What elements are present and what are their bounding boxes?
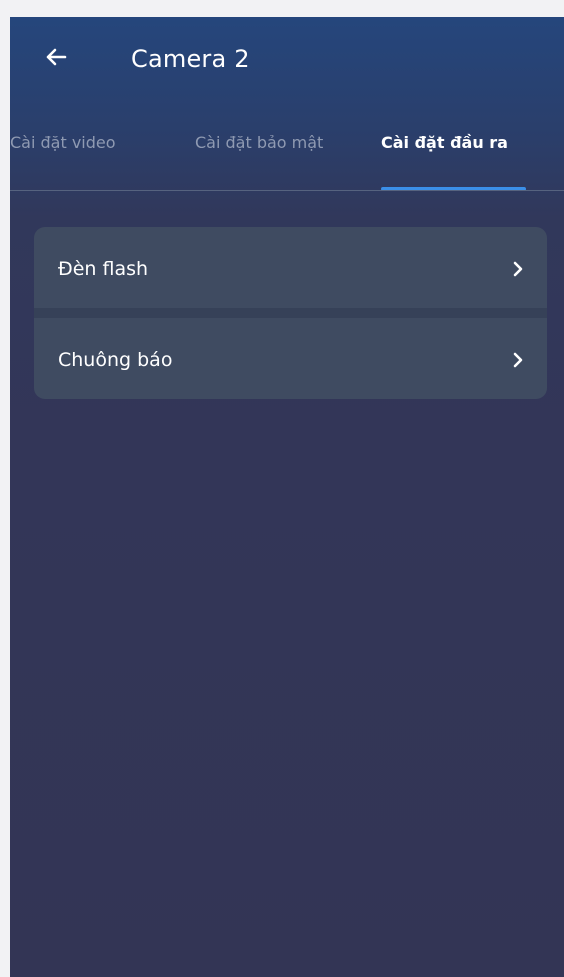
flash-light-menu-item[interactable]: Đèn flash (34, 227, 547, 308)
tab-security-settings[interactable]: Cài đặt bảo mật (195, 122, 355, 192)
chevron-right-icon (511, 350, 525, 370)
alarm-bell-menu-item[interactable]: Chuông báo (34, 308, 547, 399)
top-app-bar: Camera 2 (10, 17, 564, 107)
tab-video-settings[interactable]: Cài đặt video (10, 122, 168, 192)
page-title: Camera 2 (131, 45, 250, 73)
settings-tabs: Cài đặt video Cài đặt bảo mật Cài đặt đầ… (10, 122, 564, 192)
tab-label: Cài đặt bảo mật (195, 133, 324, 152)
tab-label: Cài đặt video (10, 133, 116, 152)
output-settings-list: Đèn flash Chuông báo (34, 227, 547, 399)
tab-label: Cài đặt đầu ra (381, 133, 508, 152)
menu-item-label: Chuông báo (58, 349, 173, 371)
back-button[interactable] (36, 39, 76, 79)
arrow-left-icon (41, 42, 71, 76)
chevron-right-icon (511, 259, 525, 279)
tab-output-settings[interactable]: Cài đặt đầu ra (381, 122, 531, 192)
menu-item-label: Đèn flash (58, 258, 149, 280)
tabs-divider (10, 190, 564, 191)
camera-settings-screen: Camera 2 Cài đặt video Cài đặt bảo mật C… (10, 17, 564, 977)
